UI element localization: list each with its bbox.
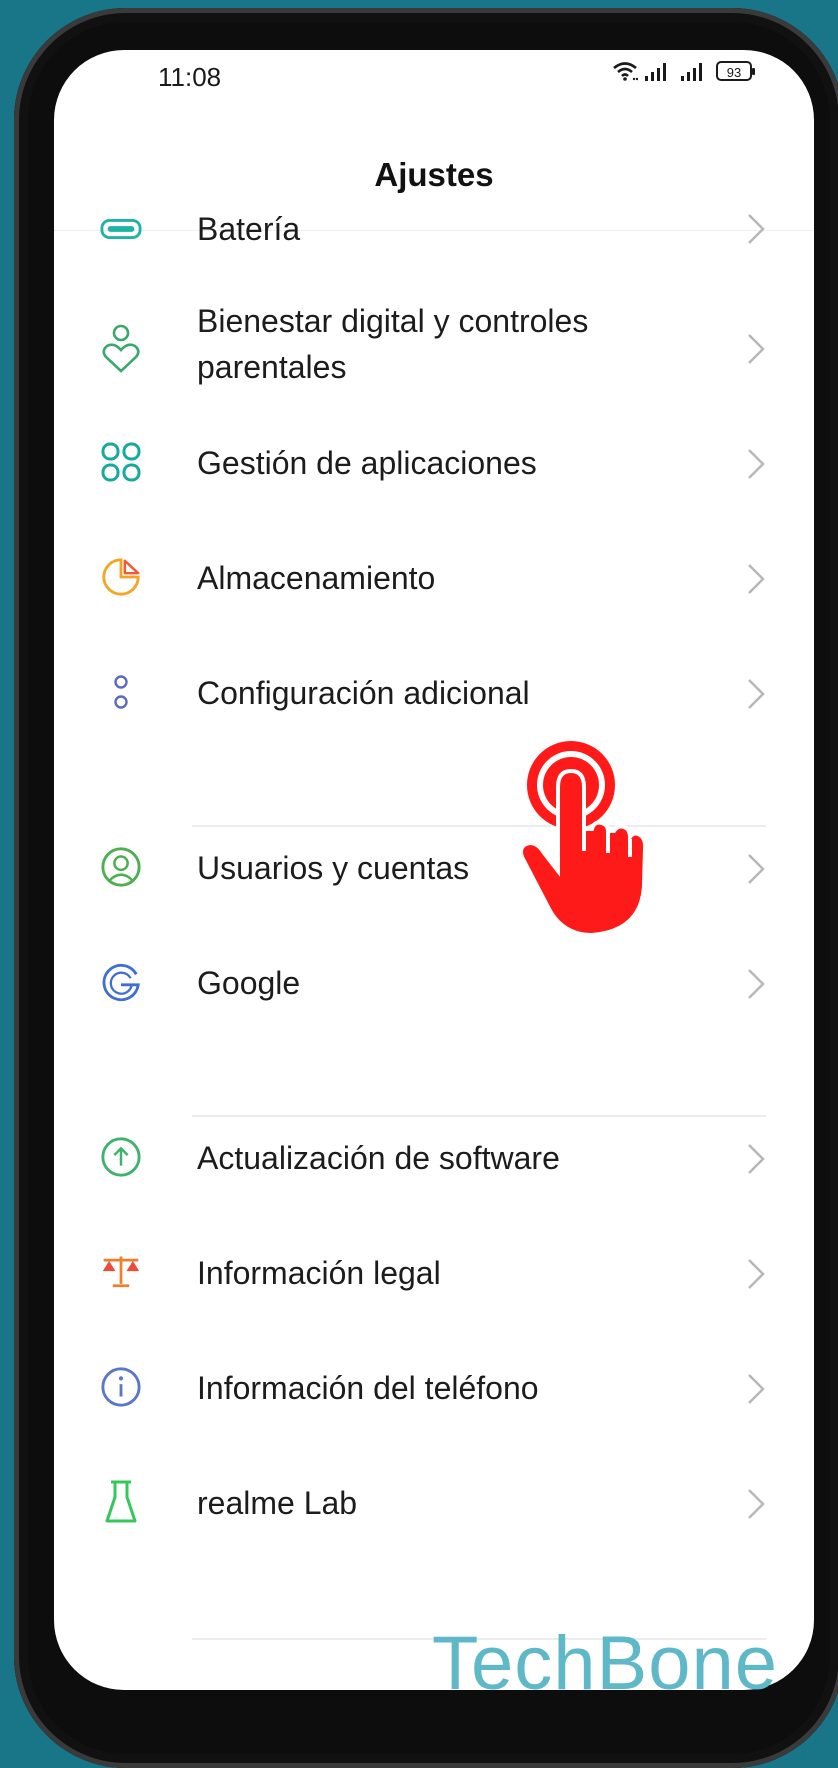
settings-item-legal-info[interactable]: Información legal — [54, 1245, 814, 1305]
chevron-right-icon — [748, 1489, 765, 1519]
wifi-icon — [613, 62, 638, 81]
chevron-right-icon — [748, 1144, 765, 1174]
phone-screen: 11:08 93 Ajustes Batería Bienestar digit… — [54, 50, 814, 1690]
tap-hand-icon — [519, 741, 648, 938]
settings-item-software-update[interactable]: Actualización de software — [54, 1130, 814, 1190]
settings-item-label: Configuración adicional — [197, 675, 530, 711]
digital-wellbeing-icon — [100, 324, 142, 374]
settings-item-label: Información del teléfono — [197, 1370, 539, 1406]
settings-item-google[interactable]: Google — [54, 955, 814, 1015]
signal-icon — [681, 63, 702, 81]
more-dots-icon — [100, 671, 142, 713]
signal-icon — [645, 63, 666, 81]
settings-item-label: Usuarios y cuentas — [197, 850, 470, 886]
chevron-right-icon — [748, 854, 765, 884]
chevron-right-icon — [748, 449, 765, 479]
scales-icon — [100, 1251, 142, 1293]
settings-item-users-accounts[interactable]: Usuarios y cuentas — [54, 840, 814, 900]
chevron-right-icon — [748, 679, 765, 709]
google-g-icon — [100, 961, 142, 1003]
apps-grid-icon — [100, 441, 142, 483]
storage-pie-icon — [100, 556, 142, 598]
settings-item-additional-settings[interactable]: Configuración adicional — [54, 665, 814, 725]
status-bar: 11:08 93 — [54, 50, 814, 110]
settings-item-battery[interactable]: Batería — [54, 200, 814, 260]
chevron-right-icon — [748, 1259, 765, 1289]
settings-item-label: Actualización de software — [197, 1140, 560, 1176]
settings-item-storage[interactable]: Almacenamiento — [54, 550, 814, 610]
chevron-right-icon — [748, 214, 765, 244]
chevron-right-icon — [748, 564, 765, 594]
flask-icon — [100, 1480, 142, 1523]
settings-item-label: Almacenamiento — [197, 560, 436, 596]
watermark-text: TechBone — [431, 1621, 778, 1706]
chevron-right-icon — [748, 1374, 765, 1404]
page-title: Ajustes — [374, 156, 494, 193]
settings-item-label-line2: parentales — [197, 349, 347, 385]
settings-item-label: Gestión de aplicaciones — [197, 445, 537, 481]
info-icon — [100, 1366, 142, 1408]
settings-item-app-management[interactable]: Gestión de aplicaciones — [54, 435, 814, 495]
status-time: 11:08 — [158, 62, 222, 92]
chevron-right-icon — [748, 334, 765, 364]
settings-item-digital-wellbeing[interactable]: Bienestar digital y controles parentales — [54, 298, 814, 398]
settings-item-phone-info[interactable]: Información del teléfono — [54, 1360, 814, 1420]
settings-item-label: realme Lab — [197, 1485, 358, 1521]
section-divider — [192, 825, 766, 827]
settings-item-label: Información legal — [197, 1255, 441, 1291]
settings-item-label: Batería — [197, 211, 301, 247]
user-icon — [100, 846, 142, 888]
battery-icon — [100, 208, 142, 250]
settings-item-label: Google — [197, 965, 301, 1001]
settings-item-label: Bienestar digital y controles — [197, 303, 589, 339]
status-icons: 93 — [612, 60, 755, 82]
chevron-right-icon — [748, 969, 765, 999]
settings-item-realme-lab[interactable]: realme Lab — [54, 1475, 814, 1535]
section-divider — [192, 1115, 766, 1117]
battery-icon: 93 — [716, 61, 755, 81]
update-arrow-icon — [100, 1136, 142, 1178]
